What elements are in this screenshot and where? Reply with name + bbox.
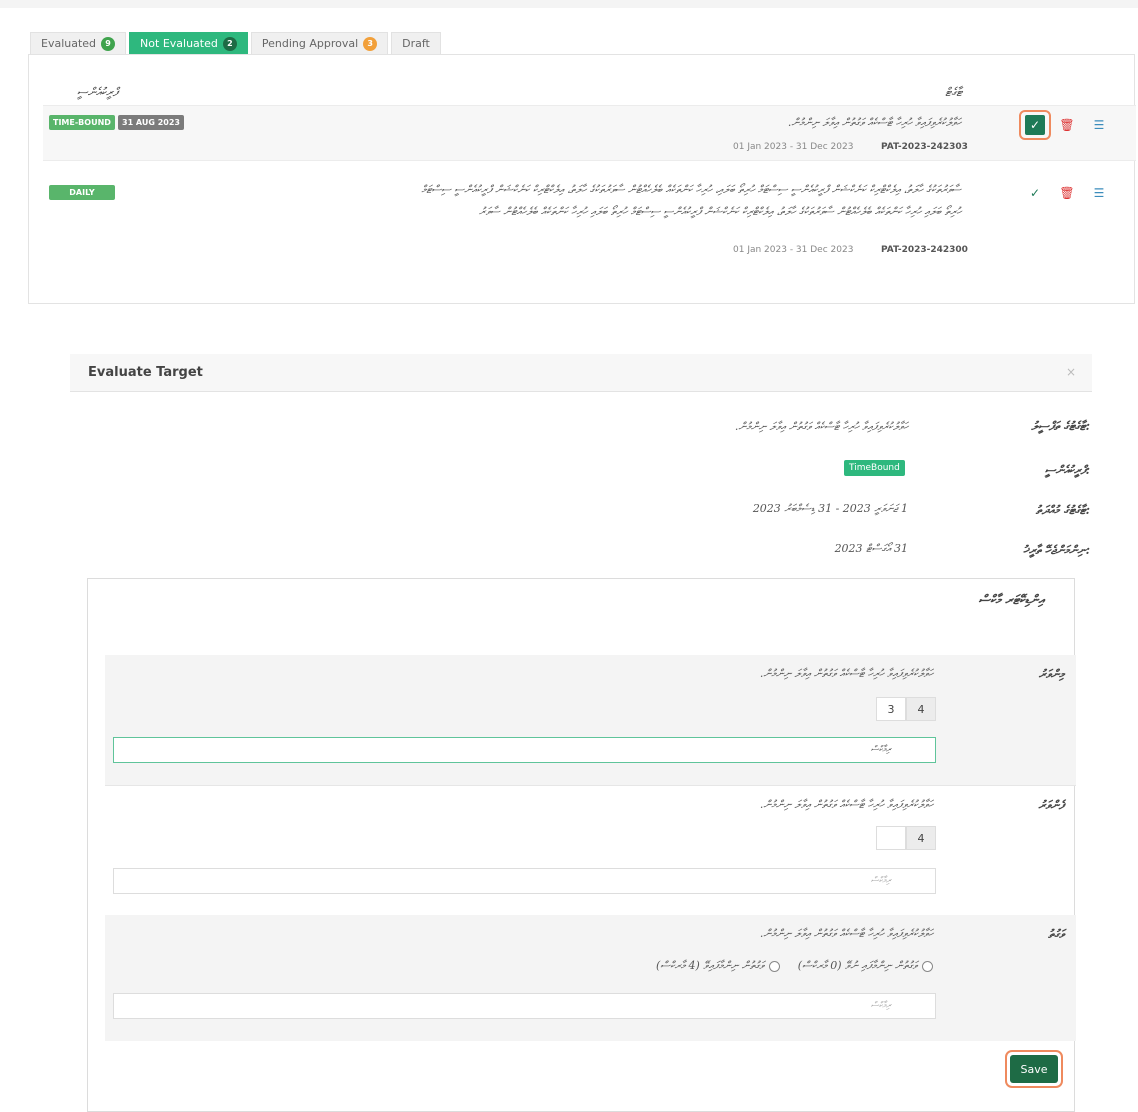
score-value[interactable] <box>876 826 906 850</box>
target-title-line1: ސާވަރުތަކުގެ ހާލަތު، އިލެކްޓްރިކް ކަނެކް… <box>421 183 961 196</box>
score-input[interactable]: 3 4 <box>876 697 936 721</box>
tab-pending-approval[interactable]: Pending Approval 3 <box>250 32 389 54</box>
tab-not-evaluated[interactable]: Not Evaluated 2 <box>129 32 248 54</box>
indicator-text: ހަވާލުކުރެވިފައިވާ ހުރިހާ ޓާސްކެއް ވަގުތ… <box>759 798 933 811</box>
tab-evaluated[interactable]: Evaluated 9 <box>30 32 127 54</box>
frequency-tag: DAILY <box>49 185 115 200</box>
date-range: 01 Jan 2023 - 31 Dec 2023 <box>733 142 854 152</box>
radio-on-time[interactable]: ވަގުތުން ނިންމާފައިވޭ (4 މާރކްސް) <box>656 959 780 973</box>
target-code: PAT-2023-242303 <box>881 142 968 152</box>
indicator-label: ވަގުތު <box>1048 927 1064 941</box>
table-row: TIME-BOUND 31 AUG 2023 ހަވާލުކުރެވިފައިވ… <box>43 105 1136 161</box>
status-tabs: Evaluated 9 Not Evaluated 2 Pending Appr… <box>30 32 441 54</box>
field-value-duration: 1 ޖަނަވަރީ 2023 - 31 ޑިސެމްބަރު 2023 <box>752 502 908 515</box>
target-code: PAT-2023-242300 <box>881 245 968 255</box>
count-badge: 3 <box>363 36 378 51</box>
indicator-label: މިންވަރު <box>1038 667 1064 681</box>
top-bar <box>0 0 1138 8</box>
radio-circle[interactable] <box>922 960 933 972</box>
radio-circle[interactable] <box>768 960 780 972</box>
due-date-tag: 31 AUG 2023 <box>118 115 184 130</box>
tab-label: Evaluated <box>41 37 97 50</box>
field-label-duration: ޓާގެޓުގެ މުއްދަތު: <box>1035 503 1090 517</box>
close-icon[interactable]: × <box>1066 365 1076 379</box>
card-title: އިންޑިކޭޓަރ މާކްސް <box>978 593 1044 608</box>
column-header-target: ޓާގެޓް <box>945 85 962 99</box>
indicator-card: އިންޑިކޭޓަރ މާކްސް މިންވަރު ހަވާލުކުރެވި… <box>87 578 1076 1112</box>
field-label-frequency: ފްރީކުއެންސީ: <box>1044 463 1090 477</box>
indicator-text: ހަވާލުކުރެވިފައިވާ ހުރިހާ ޓާސްކެއް ވަގުތ… <box>759 667 933 680</box>
column-header-frequency: ފްރީކުއެންސީ <box>77 85 118 99</box>
target-title-line2: ހުރިތޯ ބަލައި ހުރިހާ ކަންތަކެއް ބެލެހެއް… <box>479 205 961 218</box>
score-max: 4 <box>906 697 936 721</box>
field-label-due-date: ނިންމަންޖެހޭ ތާރީޚު: <box>1023 543 1090 557</box>
trash-icon[interactable]: 🗑 <box>1057 115 1077 135</box>
indicator-section-quantity: މިންވަރު ހަވާލުކުރެވިފައިވާ ހުރިހާ ޓާސްކ… <box>105 655 1076 785</box>
date-range: 01 Jan 2023 - 31 Dec 2023 <box>733 245 854 255</box>
double-check-icon[interactable]: ✓ <box>1025 183 1045 203</box>
field-value-target-details: ހަވާލުކުރެވިފައިވާ ހުރިހާ ޓާސްކެއް ވަގުތ… <box>734 420 908 433</box>
frequency-tag: TIME-BOUND <box>49 115 115 130</box>
table-row: DAILY ސާވަރުތަކުގެ ހާލަތު، އިލެކްޓްރިކް … <box>43 177 1136 267</box>
count-badge: 2 <box>222 36 237 51</box>
double-check-icon[interactable]: ✓ <box>1025 115 1045 135</box>
tab-label: Pending Approval <box>261 37 359 50</box>
modal-title: Evaluate Target <box>88 365 203 380</box>
radio-label: ވަގުތުން ނިންމާފައިވޭ (4 މާރކްސް) <box>656 959 764 972</box>
score-input[interactable]: 4 <box>876 826 936 850</box>
indicator-label: ފެންވަރު <box>1038 798 1064 812</box>
time-radio-group: ވަގުތުން ނިންމާފައި ނުވޭ (0 މާރކްސް) ވަގ… <box>656 959 933 973</box>
save-button[interactable]: Save <box>1010 1055 1058 1083</box>
tab-label: Not Evaluated <box>140 37 218 50</box>
radio-not-on-time[interactable]: ވަގުތުން ނިންމާފައި ނުވޭ (0 މާރކްސް) <box>798 959 933 973</box>
list-icon[interactable]: ☰ <box>1089 183 1109 203</box>
target-title: ހަވާލުކުރެވިފައިވާ ހުރިހާ ޓާސްކެއް ވަގުތ… <box>787 116 961 129</box>
remarks-input[interactable]: ރިމާކްސް <box>113 737 936 763</box>
frequency-badge: TimeBound <box>844 460 905 476</box>
tab-draft[interactable]: Draft <box>391 32 441 54</box>
indicator-section-quality: ފެންވަރު ހަވާލުކުރެވިފައިވާ ހުރިހާ ޓާސްކ… <box>105 785 1076 915</box>
score-max: 4 <box>906 826 936 850</box>
count-badge: 9 <box>101 36 116 51</box>
modal-header: Evaluate Target × <box>70 354 1092 392</box>
field-value-due-date: 31 އޯގަސްޓް 2023 <box>834 542 908 555</box>
remarks-input[interactable]: ރިމާކްސް <box>113 868 936 894</box>
indicator-section-time: ވަގުތު ހަވާލުކުރެވިފައިވާ ހުރިހާ ޓާސްކެއ… <box>105 915 1076 1041</box>
indicator-text: ހަވާލުކުރެވިފައިވާ ހުރިހާ ޓާސްކެއް ވަގުތ… <box>759 927 933 940</box>
radio-label: ވަގުތުން ނިންމާފައި ނުވޭ (0 މާރކްސް) <box>797 959 917 972</box>
trash-icon[interactable]: 🗑 <box>1057 183 1077 203</box>
field-label-target-details: ޓާގެޓުގެ ތަފްސީލު: <box>1031 419 1090 433</box>
targets-panel: ފްރީކުއެންސީ ޓާގެޓް TIME-BOUND 31 AUG 20… <box>28 54 1136 304</box>
score-value[interactable]: 3 <box>876 697 906 721</box>
tab-label: Draft <box>402 37 430 50</box>
list-icon[interactable]: ☰ <box>1089 115 1109 135</box>
remarks-input[interactable]: ރިމާކްސް <box>113 993 936 1019</box>
